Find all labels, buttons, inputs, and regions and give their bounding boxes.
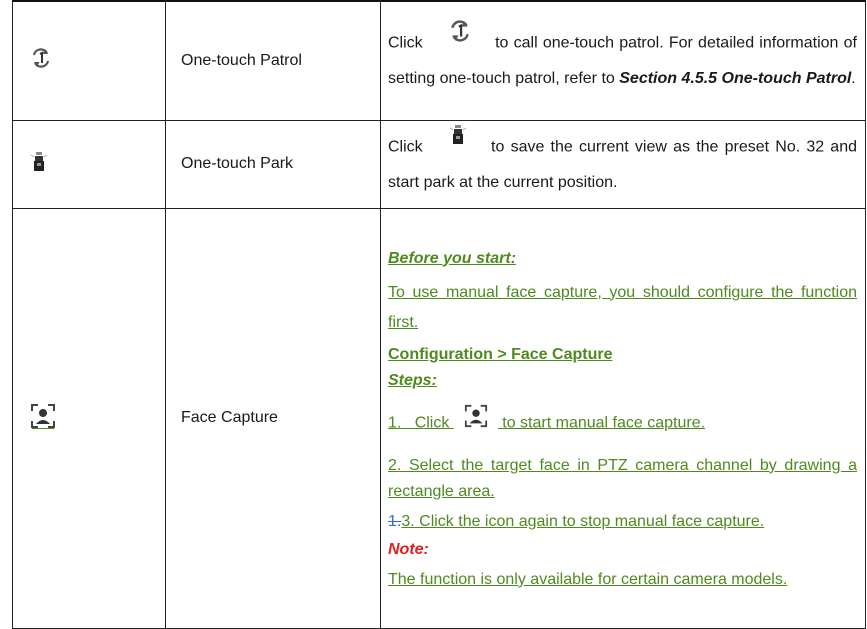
icon-cell bbox=[12, 207, 166, 629]
function-name: One-touch Patrol bbox=[165, 0, 381, 121]
step-1: 1. Click to start manual face capture. bbox=[388, 404, 857, 439]
face-capture-icon bbox=[464, 404, 488, 435]
one-touch-patrol-icon bbox=[30, 47, 52, 74]
prerequisite-text: To use manual face capture, you should c… bbox=[388, 283, 857, 331]
face-capture-icon bbox=[30, 403, 56, 434]
table-row: Face Capture Before you start: To use ma… bbox=[12, 207, 866, 629]
function-name: One-touch Park bbox=[165, 119, 381, 209]
step-3: 1.3. Click the icon again to stop manual… bbox=[388, 512, 765, 530]
function-description: Click to save the current view as the pr… bbox=[380, 119, 866, 209]
function-name: Face Capture bbox=[165, 207, 381, 629]
note-label: Note: bbox=[388, 540, 429, 558]
note-text: The function is only available for certa… bbox=[388, 570, 788, 588]
table-row: One-touch Park Click to save the current… bbox=[12, 119, 866, 209]
ptz-function-table: One-touch Patrol Click to call one-touch… bbox=[12, 0, 866, 629]
one-touch-patrol-icon bbox=[448, 19, 472, 56]
document-page: One-touch Patrol Click to call one-touch… bbox=[0, 0, 867, 629]
section-reference: Section 4.5.5 One-touch Patrol bbox=[619, 70, 852, 88]
deleted-text: 1. bbox=[388, 512, 402, 530]
icon-cell bbox=[12, 119, 166, 209]
one-touch-park-icon bbox=[30, 151, 48, 178]
configuration-path: Configuration > Face Capture bbox=[388, 345, 613, 363]
function-description: Before you start: To use manual face cap… bbox=[380, 207, 866, 629]
step-2: 2. Select the target face in PTZ camera … bbox=[388, 456, 857, 500]
one-touch-park-icon bbox=[449, 123, 467, 160]
function-description: Click to call one-touch patrol. For deta… bbox=[380, 0, 866, 121]
icon-cell bbox=[12, 0, 166, 121]
before-you-start-heading: Before you start: bbox=[388, 249, 517, 267]
steps-heading: Steps: bbox=[388, 371, 437, 389]
table-row: One-touch Patrol Click to call one-touch… bbox=[12, 0, 866, 121]
